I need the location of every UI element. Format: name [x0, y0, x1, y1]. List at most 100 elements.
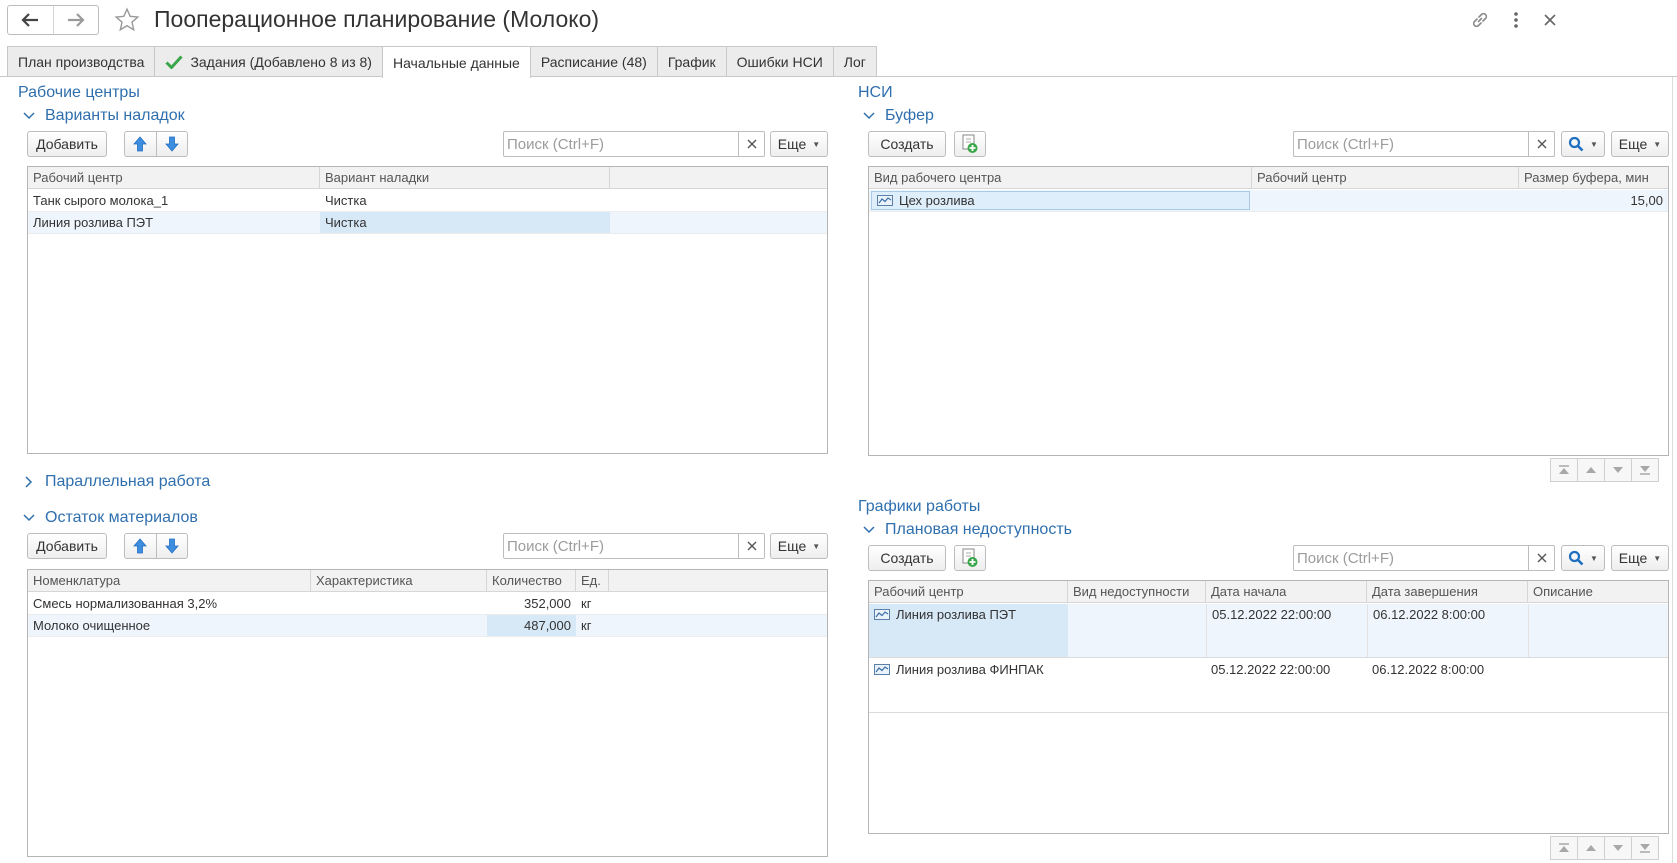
table-row[interactable]: Линия розлива ФИНПАК 05.12.2022 22:00:00…	[869, 659, 1668, 713]
setups-more-button[interactable]: Еще ▼	[770, 131, 828, 157]
clear-search-button[interactable]	[1528, 132, 1554, 156]
add-setup-button[interactable]: Добавить	[27, 131, 107, 157]
tab-label: План производства	[18, 54, 145, 70]
chevron-down-icon	[22, 109, 36, 123]
table-row[interactable]: Смесь нормализованная 3,2% 352,000 кг	[28, 593, 827, 615]
tab-nsi-errors[interactable]: Ошибки НСИ	[725, 46, 834, 77]
scroll-down-button[interactable]	[1604, 836, 1632, 860]
kind-cell	[1068, 659, 1206, 712]
table-row[interactable]: Молоко очищенное 487,000 кг	[28, 615, 827, 637]
scroll-up-button[interactable]	[1577, 836, 1605, 860]
table-row[interactable]: Линия розлива ПЭТ 05.12.2022 22:00:00 06…	[869, 604, 1668, 658]
move-down-button[interactable]	[155, 534, 188, 558]
tab-bar: План производства Задания (Добавлено 8 и…	[7, 46, 877, 78]
column-header[interactable]: Вариант наладки	[320, 167, 610, 189]
arrow-down-icon	[164, 136, 179, 152]
check-icon	[165, 55, 184, 69]
unavailability-search-input[interactable]	[1294, 546, 1528, 570]
dropdown-arrow-icon: ▼	[812, 139, 821, 149]
column-header[interactable]: Рабочий центр	[1252, 167, 1519, 189]
scroll-down-button[interactable]	[1604, 458, 1632, 482]
clear-search-button[interactable]	[1528, 546, 1554, 570]
table-header: Номенклатура Характеристика Количество Е…	[28, 570, 827, 592]
tab-label: Расписание (48)	[540, 54, 647, 70]
column-header[interactable]: Номенклатура	[28, 570, 311, 592]
column-header[interactable]: Дата завершения	[1367, 581, 1528, 603]
work-center-cell	[1252, 190, 1519, 211]
column-header[interactable]: Ед.	[576, 570, 609, 592]
parallel-section-header[interactable]: Параллельная работа	[22, 473, 210, 491]
buffer-search-options-button[interactable]: ▼	[1561, 131, 1605, 157]
favorite-button[interactable]	[112, 5, 142, 35]
buffer-more-button[interactable]: Еще ▼	[1611, 131, 1669, 157]
copy-buffer-button[interactable]	[954, 131, 986, 157]
create-unavailability-button[interactable]: Создать	[868, 545, 946, 571]
setups-search-input[interactable]	[504, 132, 738, 156]
tab-initial-data[interactable]: Начальные данные	[381, 46, 531, 78]
end-date-cell: 06.12.2022 8:00:00	[1367, 604, 1528, 657]
unavailability-more-button[interactable]: Еще ▼	[1611, 545, 1669, 571]
move-up-button[interactable]	[125, 534, 156, 558]
scroll-last-button[interactable]	[1631, 458, 1659, 482]
tab-chart[interactable]: График	[656, 46, 727, 77]
arrow-up-icon	[133, 136, 148, 152]
setups-section-title: Варианты наладок	[45, 107, 185, 124]
column-header[interactable]: Размер буфера, мин	[1519, 167, 1668, 189]
materials-section-header[interactable]: Остаток материалов	[22, 509, 198, 527]
materials-more-button[interactable]: Еще ▼	[770, 533, 828, 559]
unavailability-section-header[interactable]: Плановая недоступность	[862, 521, 1072, 539]
close-button[interactable]	[1537, 7, 1563, 33]
link-button[interactable]	[1467, 7, 1493, 33]
tab-log[interactable]: Лог	[832, 46, 877, 77]
clear-search-button[interactable]	[738, 132, 764, 156]
work-center-icon	[874, 609, 890, 621]
tab-schedule[interactable]: Расписание (48)	[529, 46, 658, 77]
scroll-last-button[interactable]	[1631, 836, 1659, 860]
column-header[interactable]: Вид недоступности	[1068, 581, 1206, 603]
more-actions-button[interactable]	[1503, 7, 1529, 33]
column-header[interactable]: Рабочий центр	[28, 167, 320, 189]
column-header[interactable]: Вид рабочего центра	[869, 167, 1252, 189]
arrow-down-icon	[164, 538, 179, 554]
scroll-up-button[interactable]	[1577, 458, 1605, 482]
forward-button[interactable]	[52, 6, 99, 34]
kind-cell	[1068, 604, 1206, 657]
chevron-down-icon	[22, 511, 36, 525]
work-center-cell: Линия розлива ФИНПАК	[869, 659, 1068, 712]
setups-section-header[interactable]: Варианты наладок	[22, 107, 185, 125]
unavailability-search-options-button[interactable]: ▼	[1561, 545, 1605, 571]
reorder-buttons	[124, 131, 188, 157]
column-header[interactable]: Рабочий центр	[869, 581, 1068, 603]
quantity-cell: 487,000	[487, 615, 576, 636]
column-header[interactable]: Дата начала	[1206, 581, 1367, 603]
table-row[interactable]: Цех розлива 15,00	[869, 190, 1668, 212]
panel-border	[1672, 77, 1673, 863]
copy-add-icon	[962, 548, 978, 567]
back-button[interactable]	[8, 6, 53, 34]
setups-table: Рабочий центр Вариант наладки Танк сырог…	[27, 166, 828, 454]
materials-search-input[interactable]	[504, 534, 738, 558]
column-header[interactable]: Характеристика	[311, 570, 487, 592]
clear-search-button[interactable]	[738, 534, 764, 558]
buffer-search-input[interactable]	[1294, 132, 1528, 156]
move-up-button[interactable]	[125, 132, 156, 156]
copy-unavailability-button[interactable]	[954, 545, 986, 571]
scroll-first-button[interactable]	[1550, 458, 1578, 482]
work-center-cell: Линия розлива ПЭТ	[33, 215, 154, 230]
quantity-cell: 352,000	[524, 596, 571, 611]
scroll-first-button[interactable]	[1550, 836, 1578, 860]
materials-search	[503, 533, 765, 559]
column-header[interactable]: Количество	[487, 570, 576, 592]
move-down-button[interactable]	[155, 132, 188, 156]
column-header[interactable]: Описание	[1528, 581, 1668, 603]
dropdown-arrow-icon: ▼	[1653, 553, 1662, 563]
create-buffer-button[interactable]: Создать	[868, 131, 946, 157]
table-row[interactable]: Линия розлива ПЭТ Чистка	[28, 212, 827, 234]
add-material-button[interactable]: Добавить	[27, 533, 107, 559]
unavailability-scroll-buttons	[1550, 836, 1659, 860]
buffer-section-header[interactable]: Буфер	[862, 107, 934, 125]
tab-production-plan[interactable]: План производства	[7, 46, 156, 77]
tab-tasks[interactable]: Задания (Добавлено 8 из 8)	[154, 46, 383, 77]
table-row[interactable]: Танк сырого молока_1 Чистка	[28, 190, 827, 212]
dropdown-arrow-icon: ▼	[1590, 553, 1598, 563]
